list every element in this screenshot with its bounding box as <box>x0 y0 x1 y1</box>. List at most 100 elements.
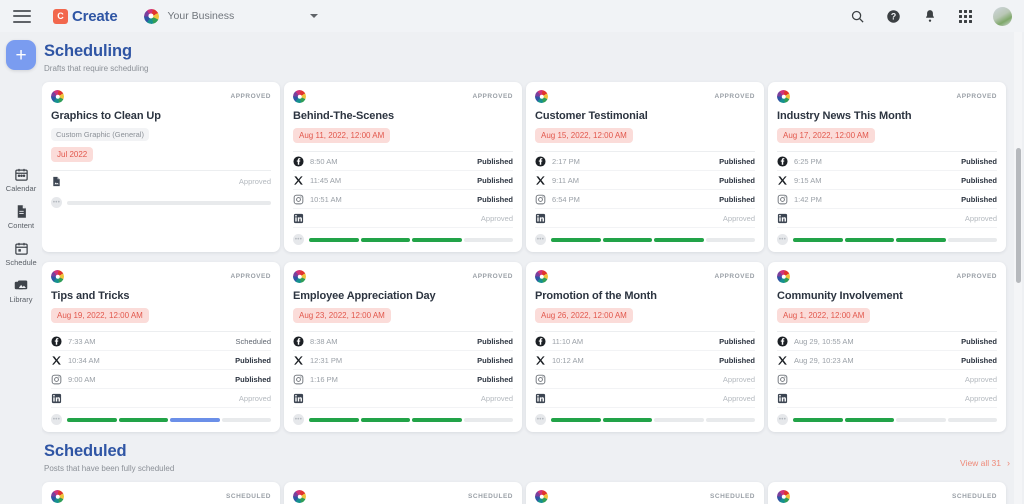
channel-state: Published <box>477 374 513 384</box>
channel-row[interactable]: Approved <box>535 209 755 228</box>
channel-row[interactable]: Approved <box>535 370 755 389</box>
instagram-icon <box>293 374 304 384</box>
channel-row[interactable]: 11:45 AM Published <box>293 171 513 190</box>
card-more-menu-icon[interactable]: ••• <box>293 414 304 425</box>
channel-state: Published <box>719 355 755 365</box>
card-title: Behind-The-Scenes <box>293 110 394 122</box>
channel-time: 2:17 PM <box>552 156 580 166</box>
progress-segment <box>793 417 843 422</box>
channel-state: Published <box>719 175 755 185</box>
svg-text:?: ? <box>891 11 896 21</box>
card-more-menu-icon[interactable]: ••• <box>51 414 62 425</box>
channel-row[interactable]: 6:25 PM Published <box>777 152 997 171</box>
progress-segment <box>654 417 704 422</box>
channel-row[interactable]: 10:51 AM Published <box>293 190 513 209</box>
channel-row[interactable]: 10:12 AM Published <box>535 351 755 370</box>
scheduled-post-card[interactable]: SCHEDULED <box>284 482 522 504</box>
channel-row[interactable]: Approved <box>51 389 271 408</box>
channel-row[interactable]: 2:17 PM Published <box>535 152 755 171</box>
sidebar-item-content[interactable]: Content <box>0 204 42 230</box>
channel-row[interactable]: Approved <box>777 370 997 389</box>
business-selector[interactable]: Your Business <box>143 8 319 24</box>
search-icon[interactable] <box>849 8 866 25</box>
channel-state: Published <box>477 355 513 365</box>
post-card[interactable]: APPROVED Promotion of the Month Aug 26, 20… <box>526 262 764 432</box>
business-name: Your Business <box>167 10 235 22</box>
progress-segment <box>896 417 946 422</box>
scheduled-post-card[interactable]: SCHEDULED <box>768 482 1006 504</box>
linkedin-icon-wrap <box>777 213 788 224</box>
scheduled-card-grid: SCHEDULED SCHEDULED SCHEDULED SCHEDULED <box>42 482 1024 504</box>
post-card[interactable]: APPROVED Customer Testimonial Aug 15, 2022… <box>526 82 764 252</box>
channel-row[interactable]: 12:31 PM Published <box>293 351 513 370</box>
card-title: Tips and Tricks <box>51 290 130 302</box>
channel-row[interactable]: 9:15 AM Published <box>777 171 997 190</box>
channel-row[interactable]: 7:33 AM Scheduled <box>51 332 271 351</box>
help-icon[interactable]: ? <box>885 8 902 25</box>
scrollbar-thumb[interactable] <box>1016 148 1021 283</box>
status-badge: APPROVED <box>472 93 513 100</box>
channel-state: Published <box>719 336 755 346</box>
card-more-menu-icon[interactable]: ••• <box>777 234 788 245</box>
status-badge: APPROVED <box>472 273 513 280</box>
post-card[interactable]: APPROVED Tips and Tricks Aug 19, 2022, 12:… <box>42 262 280 432</box>
instagram-icon-wrap <box>777 374 788 385</box>
x-twitter-icon <box>294 355 303 365</box>
card-more-menu-icon[interactable]: ••• <box>535 234 546 245</box>
scheduled-post-card[interactable]: SCHEDULED <box>42 482 280 504</box>
post-card[interactable]: APPROVED Graphics to Clean Up Custom Graph… <box>42 82 280 252</box>
post-card[interactable]: APPROVED Community Involvement Aug 1, 2022… <box>768 262 1006 432</box>
instagram-icon-wrap <box>535 374 546 385</box>
sidebar-item-calendar[interactable]: Calendar <box>0 167 42 193</box>
sidebar-item-library[interactable]: Library <box>0 278 42 304</box>
view-all-link[interactable]: View all 31 › <box>960 458 1010 468</box>
apps-grid-icon[interactable] <box>957 8 974 25</box>
channel-state: Published <box>719 194 755 204</box>
card-more-menu-icon[interactable]: ••• <box>777 414 788 425</box>
post-card[interactable]: APPROVED Industry News This Month Aug 17, … <box>768 82 1006 252</box>
channel-row[interactable]: 11:10 AM Published <box>535 332 755 351</box>
status-badge: APPROVED <box>714 273 755 280</box>
channel-row[interactable]: 9:00 AM Published <box>51 370 271 389</box>
channel-row[interactable]: Aug 29, 10:55 AM Published <box>777 332 997 351</box>
card-more-menu-icon[interactable]: ••• <box>293 234 304 245</box>
channel-row[interactable]: Approved <box>777 209 997 228</box>
card-more-menu-icon[interactable]: ••• <box>535 414 546 425</box>
channel-time: 6:54 PM <box>552 194 580 204</box>
linkedin-icon-wrap <box>293 393 304 404</box>
card-more-menu-icon[interactable]: ••• <box>51 197 62 208</box>
progress-segment <box>705 417 755 422</box>
channel-row[interactable]: Aug 29, 10:23 AM Published <box>777 351 997 370</box>
hamburger-icon[interactable] <box>13 9 31 23</box>
post-card[interactable]: APPROVED Behind-The-Scenes Aug 11, 2022, 1… <box>284 82 522 252</box>
sidebar-item-label: Library <box>9 295 33 304</box>
card-header: APPROVED <box>777 90 997 103</box>
sidebar-item-schedule[interactable]: Schedule <box>0 241 42 267</box>
brand[interactable]: C Create <box>53 8 118 25</box>
card-header: APPROVED <box>293 90 513 103</box>
channel-row[interactable]: Approved <box>777 389 997 408</box>
channel-row[interactable]: Approved <box>293 389 513 408</box>
channel-state: Published <box>235 374 271 384</box>
card-brand-avatar <box>535 90 548 103</box>
card-brand-avatar <box>777 490 790 503</box>
channel-row[interactable]: 8:50 AM Published <box>293 152 513 171</box>
channel-row[interactable]: 1:42 PM Published <box>777 190 997 209</box>
notifications-icon[interactable] <box>921 8 938 25</box>
channel-row[interactable]: 6:54 PM Published <box>535 190 755 209</box>
scheduled-post-card[interactable]: SCHEDULED <box>526 482 764 504</box>
card-progress: ••• <box>293 234 513 245</box>
account-avatar[interactable] <box>993 6 1012 26</box>
channel-state: Approved <box>480 393 513 403</box>
channel-row[interactable]: 1:16 PM Published <box>293 370 513 389</box>
create-new-button[interactable]: + <box>6 40 36 70</box>
channel-row[interactable]: 9:11 AM Published <box>535 171 755 190</box>
status-badge: APPROVED <box>714 93 755 100</box>
channel-row[interactable]: 8:38 AM Published <box>293 332 513 351</box>
post-card[interactable]: APPROVED Employee Appreciation Day Aug 23,… <box>284 262 522 432</box>
channel-row[interactable]: Approved <box>535 389 755 408</box>
chevron-down-icon[interactable] <box>310 14 319 18</box>
card-header: APPROVED <box>51 270 271 283</box>
channel-row[interactable]: Approved <box>293 209 513 228</box>
channel-row[interactable]: 10:34 AM Published <box>51 351 271 370</box>
